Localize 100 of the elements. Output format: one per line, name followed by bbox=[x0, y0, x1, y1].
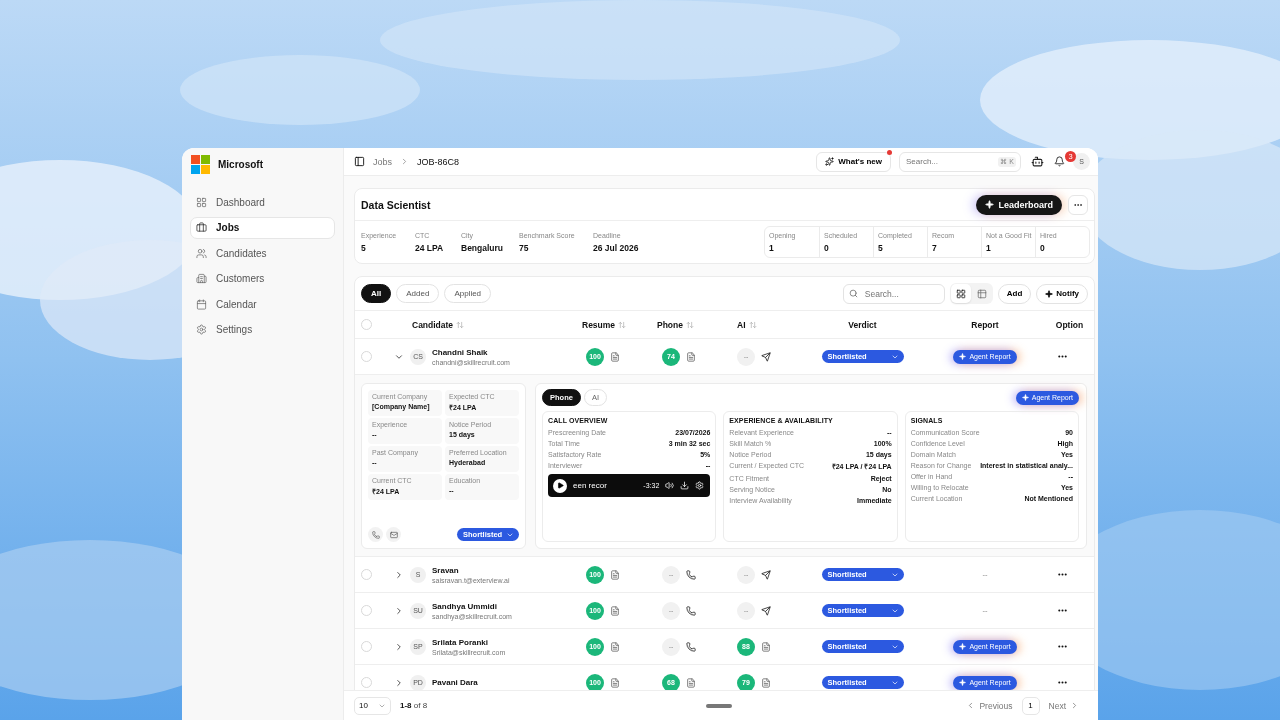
stat-value: 0 bbox=[824, 243, 830, 253]
users-icon bbox=[196, 247, 207, 259]
detail-value: 5 bbox=[361, 242, 367, 253]
breadcrumb-link[interactable]: JOB-86C8 bbox=[417, 156, 460, 167]
row-checkbox[interactable] bbox=[361, 351, 372, 362]
column-header[interactable]: Option bbox=[1045, 319, 1094, 330]
document-icon[interactable] bbox=[610, 677, 620, 688]
sparkles-icon bbox=[825, 157, 835, 166]
briefcase-icon bbox=[196, 222, 207, 234]
leaderboard-button[interactable]: Leaderboard bbox=[976, 194, 1062, 215]
more-button[interactable] bbox=[1068, 194, 1088, 215]
volume-icon[interactable] bbox=[665, 481, 675, 490]
drag-handle[interactable] bbox=[705, 703, 732, 708]
detail-value: Bengaluru bbox=[461, 242, 505, 253]
grid-view-button[interactable] bbox=[950, 284, 971, 303]
nav-item[interactable]: Jobs bbox=[190, 216, 335, 239]
chevron-right-icon bbox=[394, 677, 404, 688]
document-icon[interactable] bbox=[761, 677, 771, 688]
expand-button[interactable] bbox=[394, 641, 404, 652]
column-header[interactable]: Candidate bbox=[410, 319, 580, 330]
phone-icon[interactable] bbox=[686, 605, 696, 616]
settings-icon[interactable] bbox=[695, 481, 705, 490]
document-icon[interactable] bbox=[610, 641, 620, 652]
column-header[interactable]: Phone bbox=[655, 319, 735, 330]
stat-value: 0 bbox=[1040, 243, 1046, 253]
robot-icon bbox=[1031, 155, 1044, 168]
page-number-button[interactable]: 1 bbox=[1021, 696, 1040, 715]
detail-value: 26 Jul 2026 bbox=[593, 242, 640, 253]
whats-new-button[interactable]: What's new bbox=[816, 151, 891, 172]
filter-chip[interactable]: Applied bbox=[444, 284, 492, 303]
document-icon[interactable] bbox=[686, 677, 696, 688]
phone-icon[interactable] bbox=[686, 569, 696, 580]
table-icon bbox=[976, 288, 987, 299]
play-button[interactable] bbox=[553, 478, 567, 493]
logo-icon bbox=[191, 155, 210, 174]
email-button[interactable] bbox=[386, 527, 401, 542]
select-all-checkbox[interactable] bbox=[361, 319, 372, 330]
document-icon[interactable] bbox=[610, 351, 620, 362]
sidebar-toggle-icon[interactable] bbox=[354, 156, 365, 167]
search-field[interactable]: Search... bbox=[842, 283, 945, 304]
row-checkbox[interactable] bbox=[361, 677, 372, 688]
phone-icon[interactable] bbox=[686, 641, 696, 652]
chevron-right-icon bbox=[394, 605, 404, 616]
breadcrumb-link[interactable]: Jobs bbox=[373, 156, 392, 167]
candidate-name: Pavani Dara bbox=[432, 678, 478, 687]
candidate-name: Srilata Poranki bbox=[432, 637, 490, 647]
candidate-name: Chandni Shaik bbox=[432, 347, 489, 357]
stat-value: 1 bbox=[986, 243, 992, 253]
expand-button[interactable] bbox=[394, 677, 404, 688]
call-button[interactable] bbox=[368, 527, 383, 542]
grid-icon bbox=[955, 288, 966, 299]
filter-chip[interactable]: Added bbox=[396, 284, 440, 303]
sparkle-icon bbox=[985, 200, 995, 209]
document-icon[interactable] bbox=[686, 351, 696, 362]
bell-icon bbox=[1054, 156, 1065, 167]
send-icon[interactable] bbox=[761, 351, 771, 362]
download-icon[interactable] bbox=[680, 481, 690, 490]
column-header[interactable]: Resume bbox=[580, 319, 655, 330]
row-checkbox[interactable] bbox=[361, 569, 372, 580]
document-icon[interactable] bbox=[610, 569, 620, 580]
search-icon bbox=[848, 289, 858, 298]
sort-icon bbox=[748, 320, 757, 329]
calendar-icon bbox=[196, 298, 207, 310]
column-header[interactable]: Verdict bbox=[800, 319, 925, 330]
detail-value: 24 LPA bbox=[415, 242, 445, 253]
sparkle-icon bbox=[1045, 289, 1054, 298]
document-icon[interactable] bbox=[761, 641, 771, 652]
recording-caption: een recor bbox=[573, 481, 608, 490]
sparkle-icon bbox=[1021, 394, 1029, 401]
nav-item[interactable]: Dashboard bbox=[190, 191, 335, 214]
mail-icon bbox=[389, 530, 398, 539]
candidate-name: Sandhya Ummidi bbox=[432, 601, 498, 611]
stat-value: 1 bbox=[769, 243, 775, 253]
nav-item[interactable]: Settings bbox=[190, 318, 335, 341]
notify-button[interactable]: Notify bbox=[1036, 283, 1088, 304]
row-checkbox[interactable] bbox=[361, 641, 372, 652]
sort-icon bbox=[618, 320, 627, 329]
candidate-name: Sravan bbox=[432, 565, 460, 575]
filter-chip[interactable]: All bbox=[361, 284, 392, 303]
next-page-link[interactable]: Next bbox=[1044, 700, 1083, 711]
expand-button[interactable] bbox=[394, 569, 404, 580]
send-icon[interactable] bbox=[761, 569, 771, 580]
notifications-button[interactable] bbox=[1054, 156, 1065, 167]
expand-button[interactable] bbox=[394, 605, 404, 616]
job-title: Data Scientist bbox=[361, 198, 431, 211]
column-header[interactable]: AI bbox=[735, 319, 800, 330]
grid-icon bbox=[196, 196, 207, 208]
column-header[interactable]: Report bbox=[925, 319, 1045, 330]
document-icon[interactable] bbox=[610, 605, 620, 616]
page-size-select[interactable]: 10 bbox=[354, 696, 391, 715]
previous-page-link[interactable]: Previous bbox=[962, 700, 1017, 711]
sparkle-icon bbox=[959, 679, 967, 686]
row-checkbox[interactable] bbox=[361, 605, 372, 616]
brand-name: Microsoft bbox=[218, 159, 263, 170]
send-icon[interactable] bbox=[761, 605, 771, 616]
sparkle-icon bbox=[959, 353, 967, 360]
nav-item[interactable]: Customers bbox=[190, 267, 335, 290]
add-button[interactable]: Add bbox=[997, 283, 1032, 304]
nav-item[interactable]: Calendar bbox=[190, 293, 335, 316]
nav-item[interactable]: Candidates bbox=[190, 242, 335, 265]
